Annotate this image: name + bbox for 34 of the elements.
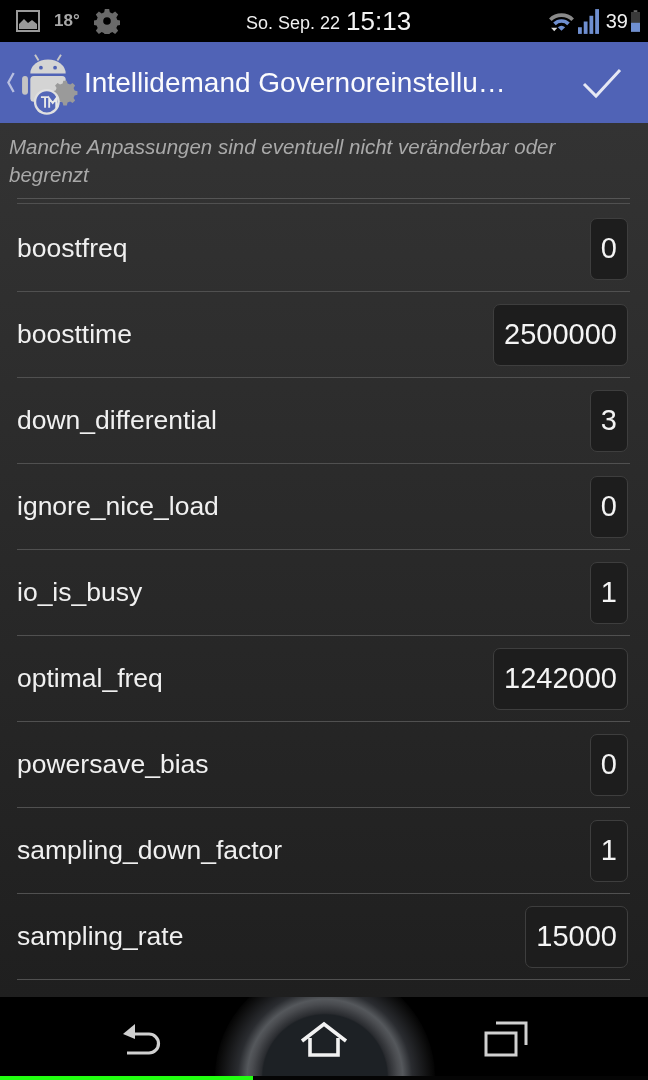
setting-name: ignore_nice_load [17, 491, 219, 522]
value-field[interactable]: 15000 [525, 905, 628, 968]
screen-title: Intellidemand Governoreinstellu… [84, 66, 507, 99]
date-text: So. Sep. 22 [246, 12, 341, 34]
back-arrow-icon [121, 1021, 163, 1056]
temperature-text: 18° [54, 11, 80, 31]
battery-percent-text: 39 [605, 9, 628, 33]
signal-icon [577, 8, 599, 34]
recent-apps-icon [484, 1020, 528, 1057]
checkmark-icon [582, 66, 622, 99]
setting-name: powersave_bias [17, 749, 209, 780]
clock-text: 15:13 [346, 5, 412, 37]
home-icon [300, 1020, 348, 1057]
setting-name: io_is_busy [17, 577, 143, 608]
value-field[interactable]: 0 [589, 475, 628, 538]
battery-icon [631, 9, 640, 33]
image-icon [16, 10, 40, 32]
value-field[interactable]: 3 [589, 389, 628, 452]
setting-name: sampling_rate [17, 921, 184, 952]
setting-name: boostfreq [17, 233, 128, 264]
setting-name: optimal_freq [17, 663, 163, 694]
gear-icon [93, 8, 120, 34]
setting-name: boosttime [17, 319, 132, 350]
note-text: Manche Anpassungen sind eventuell nicht veränderbar oder begrenzt [9, 134, 557, 188]
wifi-icon [547, 10, 575, 32]
value-field[interactable]: 0 [589, 217, 628, 280]
value-field[interactable]: 0 [589, 733, 628, 796]
setting-name: sampling_down_factor [17, 835, 283, 866]
value-field[interactable]: 2500000 [493, 303, 628, 366]
setting-name: down_differential [17, 405, 217, 436]
value-field[interactable]: 1242000 [493, 647, 628, 710]
value-field[interactable]: 1 [589, 561, 628, 624]
value-field[interactable]: 1 [589, 819, 628, 882]
caret-icon [6, 72, 15, 93]
